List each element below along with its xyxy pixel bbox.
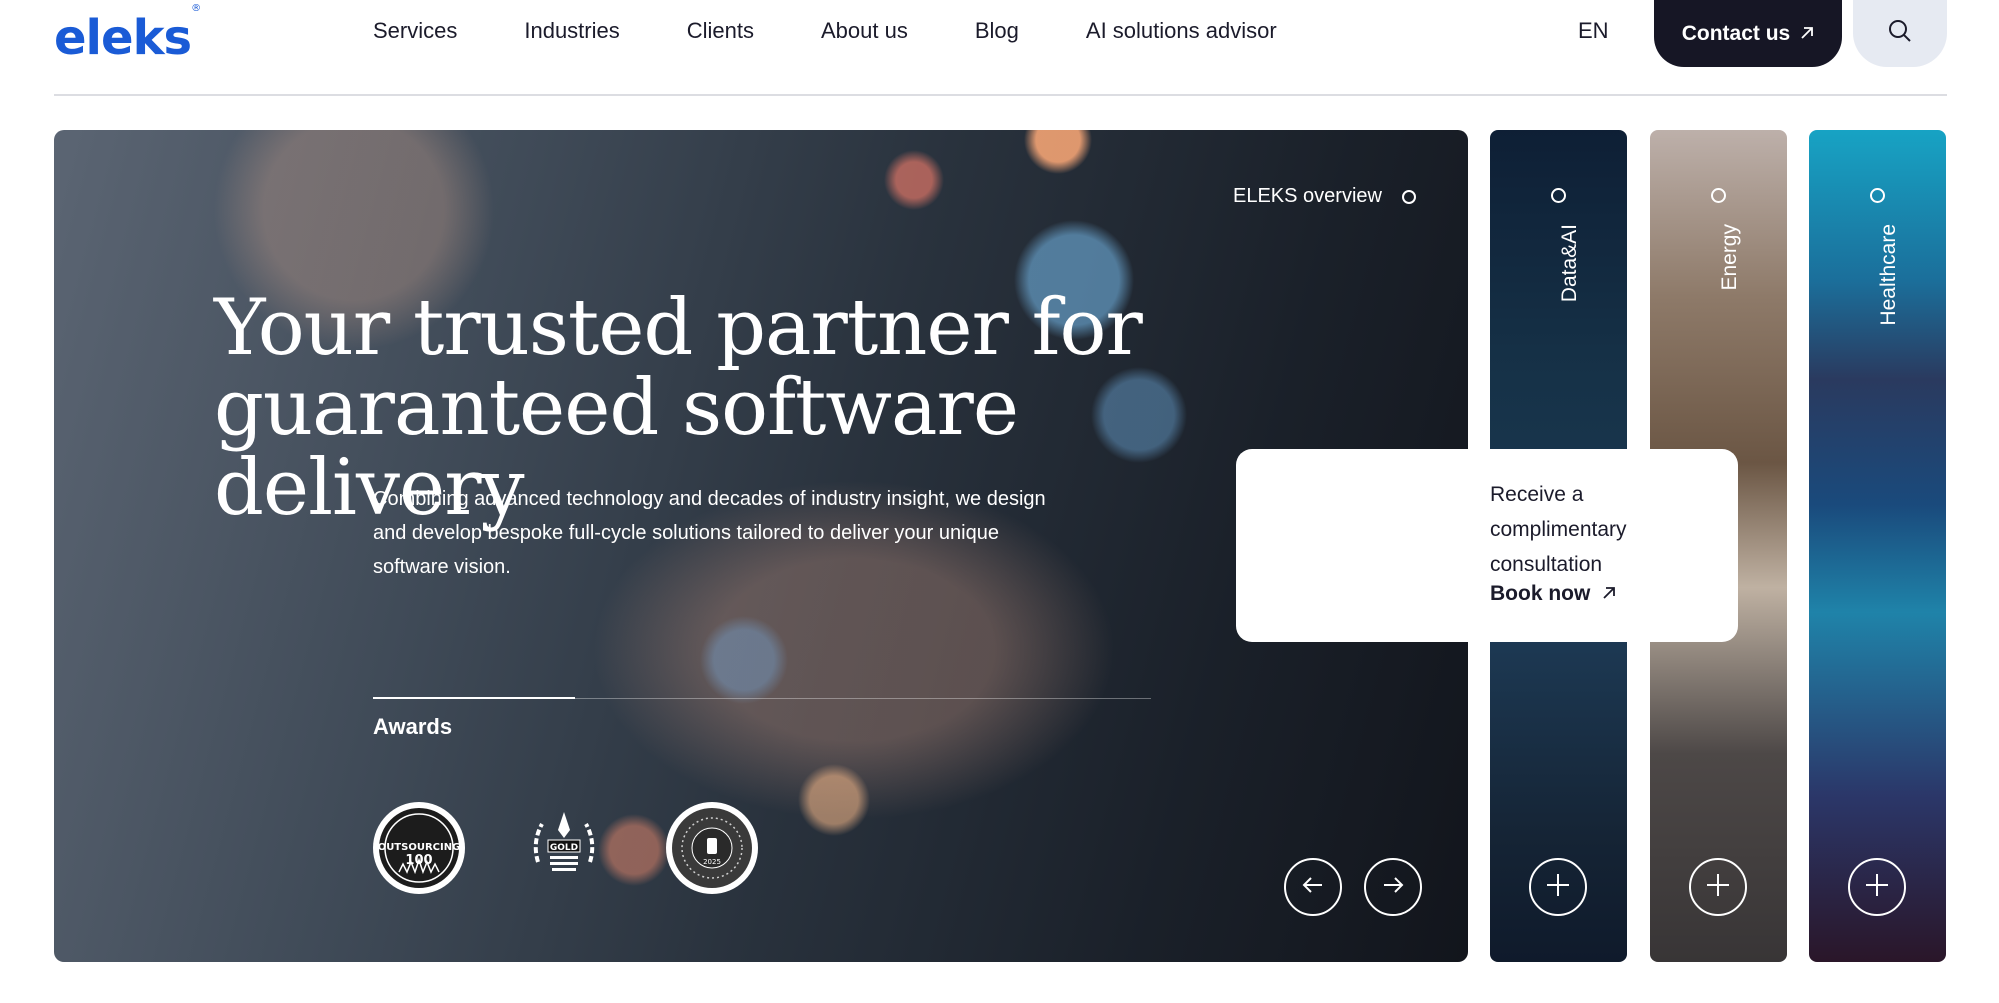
book-now-label: Book now (1490, 582, 1591, 605)
contact-us-button[interactable]: Contact us (1654, 0, 1842, 67)
main-nav: Services Industries Clients About us Blo… (373, 18, 1277, 44)
site-header: eleks® Services Industries Clients About… (0, 0, 1999, 96)
plus-icon (1705, 872, 1731, 903)
arrow-right-icon (1380, 872, 1406, 903)
arrow-up-right-icon (1800, 22, 1814, 46)
logo-registered-mark: ® (191, 3, 201, 14)
svg-text:GOLD: GOLD (550, 843, 578, 853)
logo-text: eleks (54, 10, 192, 66)
panel-healthcare[interactable]: Healthcare (1809, 130, 1946, 962)
expand-data-ai-button[interactable] (1529, 858, 1587, 916)
nav-industries[interactable]: Industries (524, 18, 619, 44)
contact-us-label: Contact us (1681, 21, 1791, 45)
awards-title: Awards (373, 714, 453, 739)
svg-text:OUTSOURCING: OUTSOURCING (378, 842, 461, 853)
awards-divider-accent (373, 697, 575, 699)
outsourcing-100-award-badge: OUTSOURCING 100 (373, 802, 465, 894)
hero-title-line-1: Your trusted partner for (214, 283, 1143, 373)
language-switcher[interactable]: EN (1578, 18, 1609, 44)
hero-subtitle: Combining advanced technology and decade… (373, 488, 1046, 578)
arrow-up-right-icon (1602, 582, 1616, 606)
search-icon (1887, 18, 1913, 49)
svg-text:2025: 2025 (703, 858, 721, 866)
next-slide-button[interactable] (1364, 858, 1422, 916)
search-button[interactable] (1853, 0, 1947, 67)
nav-services[interactable]: Services (373, 18, 457, 44)
plus-icon (1864, 872, 1890, 903)
nav-about-us[interactable]: About us (821, 18, 908, 44)
nav-clients[interactable]: Clients (687, 18, 754, 44)
book-now-link[interactable]: Book now (1490, 582, 1616, 606)
plus-icon (1545, 872, 1571, 903)
expand-energy-button[interactable] (1689, 858, 1747, 916)
panel-label-data-ai: Data&AI (1558, 224, 1581, 303)
consultation-card: Receive a complimentary consultation Boo… (1236, 449, 1738, 642)
arrow-left-icon (1300, 872, 1326, 903)
panel-indicator-dot (1870, 188, 1885, 203)
panel-label-healthcare: Healthcare (1877, 224, 1900, 326)
panel-indicator-dot (1711, 188, 1726, 203)
slide-indicator-dot (1401, 189, 1416, 204)
eleks-overview-label: ELEKS overview (1233, 185, 1382, 207)
panel-label-energy: Energy (1718, 224, 1741, 291)
stevie-gold-award-badge: GOLD (518, 802, 610, 894)
expand-healthcare-button[interactable] (1848, 858, 1906, 916)
consultation-text: Receive a complimentary consultation (1490, 483, 1627, 576)
nav-blog[interactable]: Blog (975, 18, 1019, 44)
header-divider (54, 94, 1947, 96)
eleks-overview-link[interactable]: ELEKS overview (1233, 185, 1416, 208)
awards-honoree-badge: 2025 (666, 802, 758, 894)
panel-indicator-dot (1551, 188, 1566, 203)
eleks-logo[interactable]: eleks® (54, 3, 201, 66)
nav-ai-solutions-advisor[interactable]: AI solutions advisor (1086, 18, 1277, 44)
previous-slide-button[interactable] (1284, 858, 1342, 916)
